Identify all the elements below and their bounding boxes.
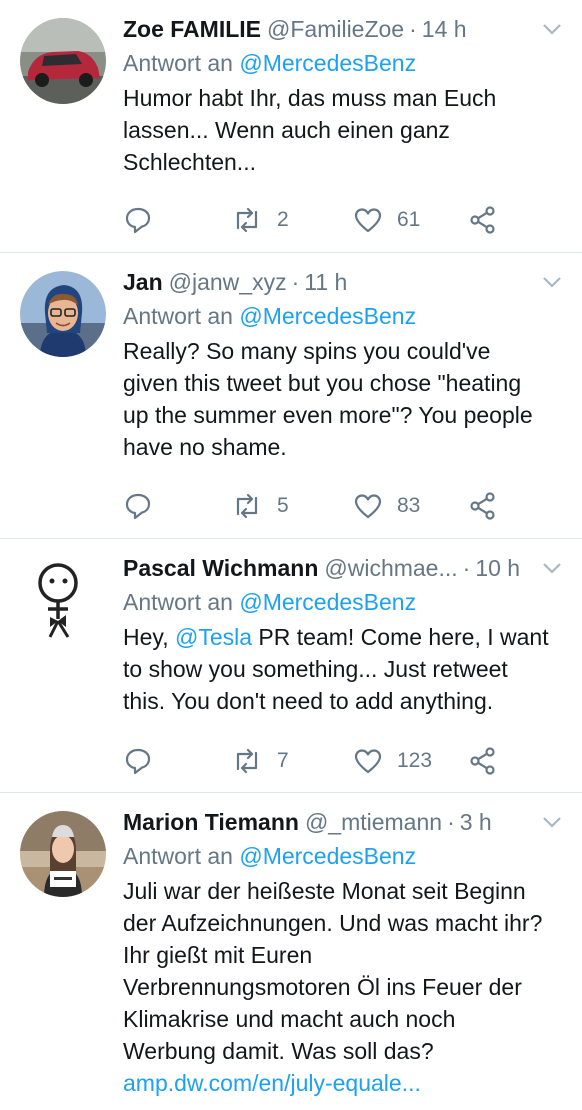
retweet-count: 2 [277, 208, 289, 231]
tweet-text: Really? So many spins you could've given… [123, 338, 533, 460]
retweet-button[interactable]: 5 [231, 492, 289, 520]
user-handle[interactable]: @janw_xyz [169, 267, 287, 297]
reply-prefix: Antwort an [123, 589, 233, 615]
reply-context: Antwort an @MercedesBenz [123, 48, 562, 78]
display-name[interactable]: Pascal Wichmann [123, 553, 318, 583]
man-with-glasses-photo-icon [20, 271, 106, 357]
share-button[interactable] [468, 205, 498, 235]
like-button[interactable]: 61 [353, 206, 420, 234]
separator-dot: · [447, 809, 455, 835]
avatar[interactable] [20, 811, 106, 897]
timestamp[interactable]: 3 h [460, 807, 492, 837]
avatar[interactable] [20, 271, 106, 357]
avatar[interactable] [20, 557, 106, 643]
retweet-button[interactable]: 2 [231, 206, 289, 234]
like-count: 123 [397, 749, 433, 772]
reply-mention[interactable]: @MercedesBenz [239, 843, 416, 869]
separator-dot: · [291, 269, 300, 295]
tweet-text-start: Hey, [123, 624, 175, 650]
display-name[interactable]: Marion Tiemann [123, 807, 299, 837]
tweet[interactable]: Zoe FAMILIE @FamilieZoe · 14 h Antwort a… [0, 0, 582, 253]
separator-dot: · [409, 16, 417, 42]
reply-icon [125, 493, 151, 520]
tweet[interactable]: Jan @janw_xyz · 11 h Antwort an @Mercede… [0, 253, 582, 539]
display-name[interactable]: Jan [123, 267, 163, 297]
chevron-down-icon[interactable] [542, 275, 562, 289]
reply-mention[interactable]: @MercedesBenz [239, 303, 416, 329]
reply-button[interactable] [123, 746, 153, 776]
share-icon [470, 206, 495, 234]
chevron-down-icon[interactable] [542, 815, 562, 829]
retweet-icon [236, 748, 258, 774]
red-car-photo-icon [20, 18, 106, 104]
like-button[interactable]: 83 [353, 492, 420, 520]
heart-icon [354, 208, 382, 233]
tweet[interactable]: Pascal Wichmann @wichmae... · 10 h Antwo… [0, 539, 582, 793]
share-icon [470, 492, 495, 520]
tweet-actions: 5 83 [123, 490, 502, 522]
chevron-down-icon[interactable] [542, 561, 562, 575]
retweet-count: 7 [277, 749, 289, 772]
chevron-down-icon[interactable] [542, 22, 562, 36]
reply-prefix: Antwort an [123, 843, 233, 869]
display-name[interactable]: Zoe FAMILIE [123, 14, 261, 44]
tweet-actions: 2 61 [123, 204, 502, 236]
retweet-icon [236, 207, 258, 233]
tesla-mention-link[interactable]: @Tesla [175, 624, 252, 650]
reply-prefix: Antwort an [123, 50, 233, 76]
reply-prefix: Antwort an [123, 303, 233, 329]
timestamp[interactable]: 11 h [304, 267, 347, 297]
woman-with-sign-photo-icon [20, 811, 106, 897]
reply-icon [125, 748, 151, 775]
tweet[interactable]: Marion Tiemann @_mtiemann · 3 h Antwort … [0, 793, 582, 1110]
reply-icon [125, 207, 151, 234]
share-button[interactable] [468, 746, 498, 776]
retweet-count: 5 [277, 494, 289, 517]
tweet-text: Humor habt Ihr, das muss man Euch lassen… [123, 85, 497, 175]
heart-icon [354, 749, 382, 774]
user-handle[interactable]: @_mtiemann [305, 807, 442, 837]
reply-mention[interactable]: @MercedesBenz [239, 50, 416, 76]
share-button[interactable] [468, 491, 498, 521]
timestamp[interactable]: 10 h [475, 553, 520, 583]
tweet-text: Juli war der heißeste Monat seit Beginn … [123, 878, 543, 1064]
reply-mention[interactable]: @MercedesBenz [239, 589, 416, 615]
reply-context: Antwort an @MercedesBenz [123, 841, 562, 871]
user-handle[interactable]: @FamilieZoe [267, 14, 404, 44]
stick-figure-drawing-icon [20, 557, 106, 643]
user-handle[interactable]: @wichmae... [324, 553, 457, 583]
article-link[interactable]: amp.dw.com/en/july-equale... [123, 1067, 562, 1099]
like-count: 61 [397, 208, 421, 231]
share-icon [470, 747, 495, 775]
timestamp[interactable]: 14 h [422, 14, 467, 44]
like-button[interactable]: 123 [353, 747, 432, 775]
reply-context: Antwort an @MercedesBenz [123, 587, 562, 617]
reply-context: Antwort an @MercedesBenz [123, 301, 562, 331]
heart-icon [354, 494, 382, 519]
reply-button[interactable] [123, 205, 153, 235]
reply-button[interactable] [123, 491, 153, 521]
tweet-actions: 7 123 [123, 745, 502, 777]
like-count: 83 [397, 494, 421, 517]
avatar[interactable] [20, 18, 106, 104]
retweet-button[interactable]: 7 [231, 747, 289, 775]
separator-dot: · [462, 555, 471, 581]
tweet-text: Hey, @Tesla PR team! Come here, I want t… [123, 621, 562, 717]
retweet-icon [236, 493, 258, 519]
